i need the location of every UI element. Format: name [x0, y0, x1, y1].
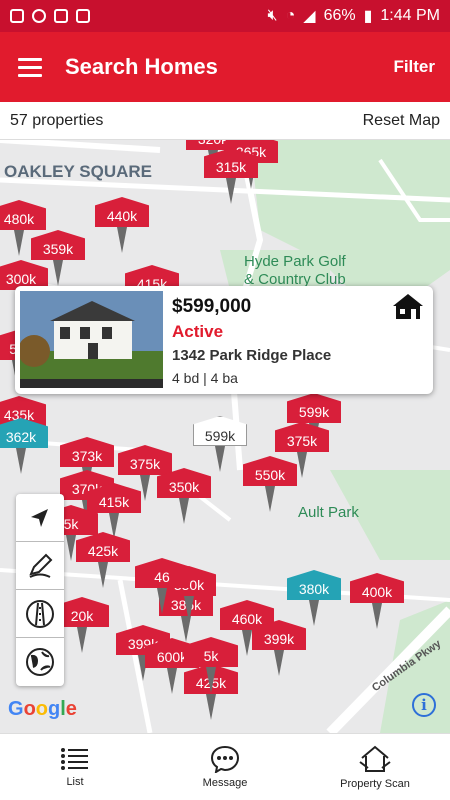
- map-label-ault-park: Ault Park: [298, 504, 359, 521]
- pin-label: 400k: [350, 573, 404, 603]
- pin-label: 480k: [0, 200, 46, 230]
- page-title: Search Homes: [65, 54, 218, 79]
- pin-label: 550k: [243, 456, 297, 486]
- road-icon: [26, 599, 54, 628]
- pin-label: 599k: [287, 393, 341, 423]
- notification-icon: [32, 9, 46, 23]
- map-label-hyde-park: Hyde Park Golf & Country Club: [244, 253, 346, 288]
- info-icon[interactable]: i: [412, 693, 436, 717]
- mute-icon: 🔇︎: [267, 7, 278, 24]
- pin-label: 46: [135, 558, 189, 588]
- wifi-icon: ◔: [285, 7, 296, 24]
- map[interactable]: OAKLEY SQUARE Hyde Park Golf & Country C…: [0, 140, 450, 733]
- filter-button[interactable]: Filter: [393, 57, 435, 77]
- property-address: 1342 Park Ridge Place: [172, 347, 332, 364]
- clock: 1:44 PM: [380, 7, 440, 24]
- price-pin[interactable]: 362k: [0, 418, 48, 478]
- pin-label: 359k: [31, 230, 85, 260]
- pin-label: 375k: [275, 422, 329, 452]
- message-icon: [210, 745, 240, 773]
- property-price: $599,000: [172, 296, 252, 317]
- price-pin[interactable]: 350k: [157, 468, 211, 528]
- hamburger-menu-icon[interactable]: [0, 32, 60, 102]
- nav-property-scan[interactable]: Property Scan: [300, 734, 450, 800]
- locate-button[interactable]: [16, 494, 64, 542]
- property-popup-card[interactable]: $599,000 Active 1342 Park Ridge Place 4 …: [15, 286, 433, 394]
- notification-icon: [10, 9, 24, 23]
- house-scan-icon: [359, 745, 391, 772]
- pin-label: 315k: [204, 148, 258, 178]
- price-pin[interactable]: 46: [135, 558, 189, 618]
- signal-icon: ◢: [303, 8, 316, 25]
- status-bar: 🔇︎ ◔ ◢ 66% ▮ 1:44 PM: [0, 0, 450, 32]
- price-pin[interactable]: 440k: [95, 197, 149, 257]
- list-icon: [61, 748, 88, 770]
- property-status: Active: [172, 322, 224, 341]
- pin-label: 599k: [193, 416, 247, 446]
- map-tools: [16, 494, 64, 686]
- property-count: 57 properties: [10, 111, 104, 129]
- pin-label: 399k: [252, 620, 306, 650]
- google-logo: Google: [8, 698, 77, 720]
- price-pin[interactable]: 400k: [350, 573, 404, 633]
- reset-map-button[interactable]: Reset Map: [363, 112, 440, 130]
- nav-list-label: List: [66, 776, 84, 788]
- price-pin-selected[interactable]: 599k: [193, 416, 247, 476]
- properties-bar: 57 properties Reset Map: [0, 102, 450, 140]
- pin-label: 5k: [184, 637, 238, 667]
- price-pin[interactable]: 315k: [204, 148, 258, 208]
- map-label-oakley-square: OAKLEY SQUARE: [4, 162, 152, 181]
- nav-list[interactable]: List: [0, 734, 150, 800]
- pin-label: 373k: [60, 437, 114, 467]
- app-bar: Search Homes Filter: [0, 32, 450, 102]
- nav-message[interactable]: Message: [150, 734, 300, 800]
- battery-icon: ▮: [363, 8, 373, 25]
- price-pin[interactable]: 5k: [184, 637, 238, 697]
- battery-level: 66%: [323, 7, 356, 24]
- price-pin[interactable]: 550k: [243, 456, 297, 516]
- navigation-arrow-icon: [31, 508, 48, 527]
- nav-message-label: Message: [202, 777, 248, 789]
- pencil-icon: [29, 553, 53, 578]
- pin-label: 440k: [95, 197, 149, 227]
- property-beds-baths: 4 bd | 4 ba: [172, 370, 238, 386]
- notification-icon: [54, 9, 68, 23]
- notification-icon: [76, 9, 90, 23]
- road-button[interactable]: [16, 590, 64, 638]
- globe-button[interactable]: [16, 638, 64, 686]
- draw-button[interactable]: [16, 542, 64, 590]
- pin-label: 380k: [287, 570, 341, 600]
- pin-label: 362k: [0, 418, 48, 448]
- house-icon[interactable]: [391, 292, 425, 325]
- nav-property-scan-label: Property Scan: [340, 778, 410, 790]
- price-pin[interactable]: 399k: [252, 620, 306, 680]
- property-photo: [20, 291, 163, 388]
- pin-label: 350k: [157, 468, 211, 498]
- bottom-navigation: List Message Property Scan: [0, 733, 450, 800]
- globe-icon: [26, 648, 54, 676]
